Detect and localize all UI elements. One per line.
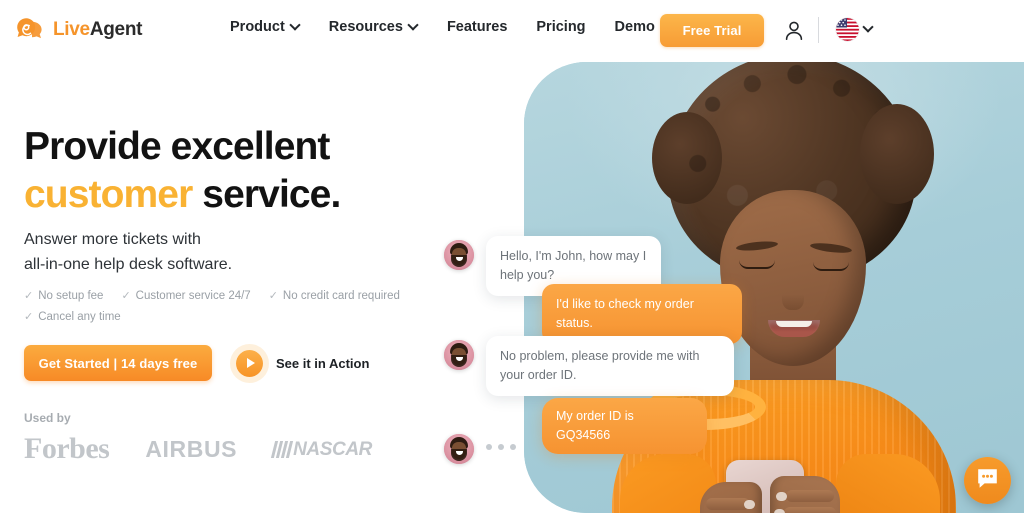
chat-typing-indicator xyxy=(444,434,516,464)
perk-cancel-any-time: ✓ Cancel any time xyxy=(24,307,121,328)
perk-customer-service-247: ✓ Customer service 24/7 xyxy=(121,286,250,307)
logo-forbes: Forbes xyxy=(24,432,110,465)
hero-photo-eye-left xyxy=(739,260,775,269)
nav-label-pricing: Pricing xyxy=(536,19,586,35)
chevron-down-icon xyxy=(409,21,418,30)
hero-photo-finger xyxy=(784,507,836,513)
hero-perks-row-2: ✓ Cancel any time xyxy=(24,307,444,328)
agent-avatar xyxy=(444,240,474,270)
chevron-down-icon xyxy=(864,23,873,32)
subheadline-line-1: Answer more tickets with xyxy=(24,231,201,248)
used-by-label: Used by xyxy=(24,411,71,425)
headline-accent-word: customer xyxy=(24,173,193,216)
hero-photo-nail xyxy=(776,492,787,501)
logo-nascar: NASCAR xyxy=(270,438,372,460)
agent-avatar xyxy=(444,340,474,370)
nav-item-product[interactable]: Product xyxy=(230,20,300,35)
subheadline-line-2: all-in-one help desk software. xyxy=(24,256,233,273)
language-selector[interactable] xyxy=(836,18,873,41)
typing-dots-icon xyxy=(474,434,516,450)
see-it-in-action-link[interactable]: See it in Action xyxy=(236,349,370,377)
perk-label: No setup fee xyxy=(38,290,104,302)
chevron-down-icon xyxy=(291,21,300,30)
perk-no-credit-card: ✓ No credit card required xyxy=(269,286,400,307)
at-speech-bubble-icon xyxy=(16,17,46,41)
hero-photo-nail xyxy=(744,500,755,509)
see-it-in-action-label: See it in Action xyxy=(276,355,370,371)
hero-subheadline: Answer more tickets with all-in-one help… xyxy=(24,227,232,277)
logo-airbus: AIRBUS xyxy=(145,435,238,462)
perk-label: Customer service 24/7 xyxy=(135,290,251,302)
nav-label-features: Features xyxy=(446,19,508,35)
site-header: LiveAgent Product Resources Features Pri… xyxy=(0,0,1024,61)
logo-word-live: Live xyxy=(53,18,90,40)
hero-photo-hand-left xyxy=(700,482,762,513)
user-account-icon[interactable] xyxy=(784,20,804,41)
nav-label-product: Product xyxy=(230,19,285,35)
hero-perks-list: ✓ No setup fee ✓ Customer service 24/7 ✓… xyxy=(24,286,444,328)
hero-cta-row: Get Started | 14 days free See it in Act… xyxy=(24,345,369,381)
customer-logos: Forbes AIRBUS NASCAR xyxy=(24,434,372,464)
hero-photo-hand-right xyxy=(770,476,840,513)
nav-item-pricing[interactable]: Pricing xyxy=(536,20,585,35)
perk-label: No credit card required xyxy=(282,290,400,302)
us-flag-icon xyxy=(836,18,859,41)
check-icon: ✓ xyxy=(24,311,34,323)
nav-item-features[interactable]: Features xyxy=(447,20,507,35)
hero-photo-brow-right xyxy=(809,241,853,255)
get-started-button[interactable]: Get Started | 14 days free xyxy=(24,345,212,381)
chat-widget-button[interactable] xyxy=(964,457,1011,504)
hero-image xyxy=(524,62,1024,513)
page-title: Provide excellent customer service. xyxy=(24,123,341,219)
nascar-stripes-icon xyxy=(270,440,294,458)
check-icon: ✓ xyxy=(268,290,278,302)
logo-word-agent: Agent xyxy=(89,18,143,40)
play-triangle xyxy=(246,358,255,368)
logo-wordmark: LiveAgent xyxy=(53,20,142,39)
nav-item-demo[interactable]: Demo xyxy=(615,20,655,35)
headline-line-1: Provide excellent xyxy=(24,125,330,168)
agent-avatar xyxy=(444,434,474,464)
headline-line-2-rest: service. xyxy=(192,173,341,216)
play-icon[interactable] xyxy=(236,349,263,377)
check-icon: ✓ xyxy=(24,290,34,302)
main-navigation: Product Resources Features Pricing Demo xyxy=(230,20,655,35)
logo-liveagent[interactable]: LiveAgent xyxy=(16,17,142,41)
hero-photo-brow-left xyxy=(735,239,779,253)
hero-photo-nail xyxy=(774,509,785,513)
chat-bubble-dots-icon xyxy=(975,466,1000,496)
header-divider xyxy=(818,17,819,43)
nav-label-resources: Resources xyxy=(328,19,403,35)
hero-photo-collar xyxy=(646,384,766,430)
check-icon: ✓ xyxy=(121,290,131,302)
nascar-wordmark: NASCAR xyxy=(293,438,372,460)
perk-label: Cancel any time xyxy=(38,311,121,323)
landing-page: LiveAgent Product Resources Features Pri… xyxy=(0,0,1024,513)
nav-label-demo: Demo xyxy=(614,19,655,35)
hero-photo-nose xyxy=(782,284,804,310)
nav-item-resources[interactable]: Resources xyxy=(329,20,418,35)
hero-photo-eye-right xyxy=(813,262,849,271)
free-trial-button[interactable]: Free Trial xyxy=(660,14,764,47)
hero-perks-row-1: ✓ No setup fee ✓ Customer service 24/7 ✓… xyxy=(24,286,444,307)
perk-no-setup-fee: ✓ No setup fee xyxy=(24,286,103,307)
hero-photo-finger xyxy=(786,490,834,502)
hero-photo-mouth xyxy=(768,320,820,337)
